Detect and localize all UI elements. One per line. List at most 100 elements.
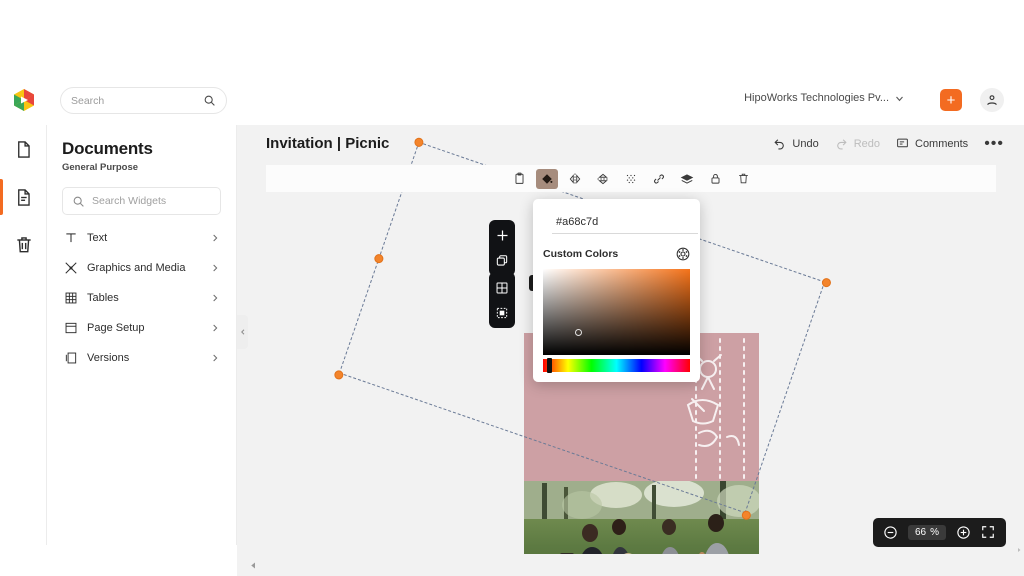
table-grid-icon <box>64 291 78 305</box>
trash-icon <box>737 172 750 185</box>
nav-item-page-setup[interactable]: Page Setup <box>62 313 221 343</box>
document-lines-icon <box>14 188 33 207</box>
search-icon <box>203 94 216 107</box>
hue-slider-thumb[interactable] <box>547 358 552 373</box>
flip-horizontal-button[interactable] <box>564 169 586 189</box>
zoom-out-button[interactable] <box>883 525 898 540</box>
shape-context-toolbar <box>266 165 996 192</box>
flip-vertical-button[interactable] <box>592 169 614 189</box>
horizontal-scrollbar[interactable] <box>237 554 1024 576</box>
selection-handle-top-left[interactable] <box>413 136 425 149</box>
page-title: Documents <box>62 139 153 158</box>
color-picker-popover[interactable]: Custom Colors <box>533 199 700 382</box>
color-wheel-icon[interactable] <box>676 247 690 261</box>
org-name: HipoWorks Technologies Pv... <box>744 92 889 104</box>
graphics-media-icon <box>64 261 78 275</box>
zoom-control: 66 % <box>872 518 1006 547</box>
insert-mini-toolbar <box>489 220 515 276</box>
flip-horizontal-icon <box>568 172 582 186</box>
widget-nav-list: Text Graphics and Media Tables Page Setu… <box>62 223 221 373</box>
duplicate-element-button[interactable] <box>491 250 513 271</box>
hue-slider[interactable] <box>543 358 690 373</box>
app-root: Search HipoWorks Technologies Pv... + Do… <box>0 0 1024 576</box>
zoom-value: 66 <box>914 527 927 538</box>
custom-colors-label: Custom Colors <box>543 248 619 260</box>
page-icon <box>14 140 33 159</box>
plus-icon: + <box>946 91 956 109</box>
global-search-placeholder: Search <box>71 94 105 107</box>
widget-search-input[interactable]: Search Widgets <box>62 187 221 215</box>
widget-search-placeholder: Search Widgets <box>92 195 167 207</box>
nav-item-label: Tables <box>87 292 119 304</box>
zoom-unit: % <box>930 527 939 538</box>
clipboard-icon <box>513 172 526 185</box>
link-chain-icon <box>652 172 666 186</box>
crop-select-icon <box>495 306 509 320</box>
user-avatar-icon <box>985 93 999 107</box>
page-setup-icon <box>64 321 78 335</box>
caret-left-icon[interactable] <box>249 561 258 570</box>
user-avatar[interactable] <box>980 88 1004 112</box>
chevron-left-icon <box>240 329 246 335</box>
grid-icon <box>495 281 509 295</box>
add-element-button[interactable] <box>491 225 513 246</box>
clipboard-button[interactable] <box>508 169 530 189</box>
nav-item-text[interactable]: Text <box>62 223 221 253</box>
canvas-area: Invitation | Picnic Undo Redo Comments •… <box>237 125 1024 576</box>
layout-mini-toolbar <box>489 272 515 328</box>
trash-icon <box>14 235 34 255</box>
color-button[interactable] <box>536 168 558 189</box>
text-t-icon <box>64 231 78 245</box>
zoom-value-field[interactable]: 66 % <box>907 525 946 540</box>
halftone-dots-icon <box>624 172 638 186</box>
selection-handle-bottom-left[interactable] <box>333 369 345 381</box>
custom-colors-row: Custom Colors <box>543 247 690 261</box>
nav-item-versions[interactable]: Versions <box>62 343 221 373</box>
flip-vertical-icon <box>596 172 610 186</box>
rail-item-documents[interactable] <box>0 125 47 173</box>
chevron-right-icon <box>211 264 219 272</box>
selection-handle-top-right[interactable] <box>820 276 833 289</box>
fullscreen-button[interactable] <box>981 525 996 540</box>
link-button[interactable] <box>648 169 670 189</box>
search-icon <box>72 195 85 208</box>
rail-item-trash[interactable] <box>0 221 47 269</box>
nav-item-label: Versions <box>87 352 130 364</box>
add-new-button[interactable]: + <box>940 89 962 111</box>
nav-item-label: Page Setup <box>87 322 145 334</box>
nav-item-graphics-and-media[interactable]: Graphics and Media <box>62 253 221 283</box>
chevron-right-icon <box>211 324 219 332</box>
rail-item-editor[interactable] <box>0 173 47 221</box>
panel-collapse-handle[interactable] <box>237 315 248 349</box>
hex-color-input[interactable] <box>552 210 698 234</box>
crop-select-button[interactable] <box>491 302 513 323</box>
opacity-button[interactable] <box>620 169 642 189</box>
duplicate-shape-icon <box>495 254 509 268</box>
nav-item-label: Graphics and Media <box>87 262 186 274</box>
plus-icon <box>495 228 510 243</box>
nav-item-tables[interactable]: Tables <box>62 283 221 313</box>
nav-item-label: Text <box>87 232 108 244</box>
global-search-input[interactable]: Search <box>60 87 227 114</box>
chevron-down-icon <box>895 94 904 103</box>
org-switcher[interactable]: HipoWorks Technologies Pv... <box>744 92 904 104</box>
versions-layers-icon <box>64 351 78 365</box>
scroll-corner-icon <box>1016 547 1022 553</box>
chevron-right-icon <box>211 234 219 242</box>
zoho-writer-logo-icon[interactable] <box>12 88 36 112</box>
grid-layout-button[interactable] <box>491 277 513 298</box>
canvas-body[interactable]: Color Custom Colors <box>237 125 1024 576</box>
lock-button[interactable] <box>704 169 726 189</box>
saturation-value-field[interactable] <box>543 269 690 355</box>
left-icon-rail <box>0 125 47 545</box>
color-picker-top-row <box>543 209 698 235</box>
chevron-right-icon <box>211 294 219 302</box>
saturation-cursor[interactable] <box>575 329 582 336</box>
paint-bucket-icon <box>540 172 554 186</box>
delete-button[interactable] <box>732 169 754 189</box>
layers-icon <box>680 172 694 186</box>
widgets-panel: Documents General Purpose Search Widgets… <box>47 125 237 545</box>
zoom-in-button[interactable] <box>956 525 971 540</box>
selection-handle-middle-left[interactable] <box>373 252 385 265</box>
arrange-layers-button[interactable] <box>676 169 698 189</box>
